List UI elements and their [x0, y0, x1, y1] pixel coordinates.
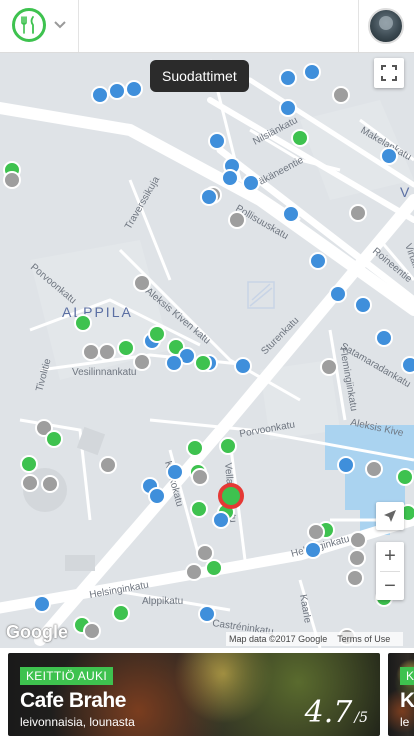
restaurant-pin[interactable] — [242, 174, 260, 192]
fullscreen-icon[interactable] — [374, 58, 404, 88]
restaurant-pin[interactable] — [234, 357, 252, 375]
restaurant-pin[interactable] — [212, 511, 230, 529]
restaurant-card[interactable]: KE K le — [388, 653, 414, 736]
selected-restaurant-pin[interactable] — [218, 483, 244, 509]
closed-restaurant-pin[interactable] — [99, 456, 117, 474]
open-restaurant-pin[interactable] — [20, 455, 38, 473]
open-restaurant-pin[interactable] — [205, 559, 223, 577]
chevron-down-icon[interactable] — [52, 16, 68, 32]
restaurant-tags: leivonnaisia, lounasta — [20, 715, 135, 729]
restaurant-pin[interactable] — [200, 188, 218, 206]
my-location-icon[interactable] — [376, 502, 404, 530]
filter-button[interactable]: Suodattimet — [150, 60, 249, 92]
closed-restaurant-pin[interactable] — [228, 211, 246, 229]
terms-link[interactable]: Terms of Use — [337, 634, 390, 644]
restaurant-pin[interactable] — [303, 63, 321, 81]
restaurant-pin[interactable] — [125, 80, 143, 98]
closed-restaurant-pin[interactable] — [307, 523, 325, 541]
restaurant-pin[interactable] — [282, 205, 300, 223]
restaurant-pin[interactable] — [91, 86, 109, 104]
rating-max: /5 — [354, 710, 368, 726]
zoom-control: + − — [376, 542, 404, 600]
restaurant-pin[interactable] — [401, 356, 414, 374]
closed-restaurant-pin[interactable] — [348, 549, 366, 567]
restaurant-pin[interactable] — [108, 82, 126, 100]
closed-restaurant-pin[interactable] — [365, 460, 383, 478]
closed-restaurant-pin[interactable] — [3, 171, 21, 189]
restaurant-pin[interactable] — [354, 296, 372, 314]
restaurant-pin[interactable] — [148, 487, 166, 505]
closed-restaurant-pin[interactable] — [196, 544, 214, 562]
closed-restaurant-pin[interactable] — [21, 474, 39, 492]
fork-knife-icon[interactable] — [12, 8, 46, 42]
avatar[interactable] — [368, 8, 404, 44]
rating-value: 4.7 — [304, 695, 353, 730]
open-restaurant-pin[interactable] — [186, 439, 204, 457]
closed-restaurant-pin[interactable] — [133, 353, 151, 371]
closed-restaurant-pin[interactable] — [83, 622, 101, 640]
restaurant-card[interactable]: KEITTIÖ AUKI Cafe Brahe leivonnaisia, lo… — [8, 653, 380, 736]
map-attribution: Map data ©2017 Google Terms of Use — [226, 632, 404, 646]
restaurant-pin[interactable] — [329, 285, 347, 303]
closed-restaurant-pin[interactable] — [346, 569, 364, 587]
closed-restaurant-pin[interactable] — [191, 468, 209, 486]
closed-restaurant-pin[interactable] — [185, 563, 203, 581]
closed-restaurant-pin[interactable] — [349, 204, 367, 222]
open-restaurant-pin[interactable] — [148, 325, 166, 343]
open-restaurant-pin[interactable] — [74, 314, 92, 332]
open-restaurant-pin[interactable] — [117, 339, 135, 357]
zoom-out-button[interactable]: − — [384, 572, 396, 600]
restaurant-carousel[interactable]: KEITTIÖ AUKI Cafe Brahe leivonnaisia, lo… — [0, 648, 414, 736]
open-restaurant-pin[interactable] — [194, 354, 212, 372]
open-restaurant-pin[interactable] — [219, 437, 237, 455]
restaurant-pin[interactable] — [221, 169, 239, 187]
closed-restaurant-pin[interactable] — [41, 475, 59, 493]
restaurant-pin[interactable] — [304, 541, 322, 559]
restaurant-pin[interactable] — [33, 595, 51, 613]
restaurant-name: Cafe Brahe — [20, 689, 126, 712]
restaurant-pin[interactable] — [165, 354, 183, 372]
status-badge: KEITTIÖ AUKI — [20, 667, 113, 685]
closed-restaurant-pin[interactable] — [320, 358, 338, 376]
open-restaurant-pin[interactable] — [112, 604, 130, 622]
restaurant-name: K — [400, 689, 414, 712]
top-bar — [0, 0, 414, 53]
restaurant-pin[interactable] — [380, 147, 398, 165]
restaurant-pin[interactable] — [208, 132, 226, 150]
restaurant-pin[interactable] — [337, 456, 355, 474]
restaurant-pin[interactable] — [309, 252, 327, 270]
open-restaurant-pin[interactable] — [396, 468, 414, 486]
closed-restaurant-pin[interactable] — [98, 343, 116, 361]
pin-layer[interactable] — [0, 52, 414, 648]
restaurant-tags: le — [400, 715, 410, 729]
restaurant-pin[interactable] — [279, 99, 297, 117]
closed-restaurant-pin[interactable] — [133, 274, 151, 292]
rating: 4.7/5 — [305, 695, 368, 730]
open-restaurant-pin[interactable] — [45, 430, 63, 448]
restaurant-pin[interactable] — [375, 329, 393, 347]
google-logo: Google — [6, 622, 68, 642]
closed-restaurant-pin[interactable] — [349, 531, 367, 549]
zoom-in-button[interactable]: + — [384, 542, 396, 571]
open-restaurant-pin[interactable] — [291, 129, 309, 147]
map[interactable]: Nilsiänkatu Päkäneentie Makelankatu Trav… — [0, 52, 414, 648]
closed-restaurant-pin[interactable] — [332, 86, 350, 104]
divider — [358, 0, 359, 52]
restaurant-pin[interactable] — [279, 69, 297, 87]
map-data-credit: Map data ©2017 Google — [229, 634, 328, 644]
restaurant-pin[interactable] — [198, 605, 216, 623]
divider — [78, 0, 79, 52]
open-restaurant-pin[interactable] — [190, 500, 208, 518]
restaurant-pin[interactable] — [166, 463, 184, 481]
status-badge: KE — [400, 667, 414, 685]
closed-restaurant-pin[interactable] — [82, 343, 100, 361]
